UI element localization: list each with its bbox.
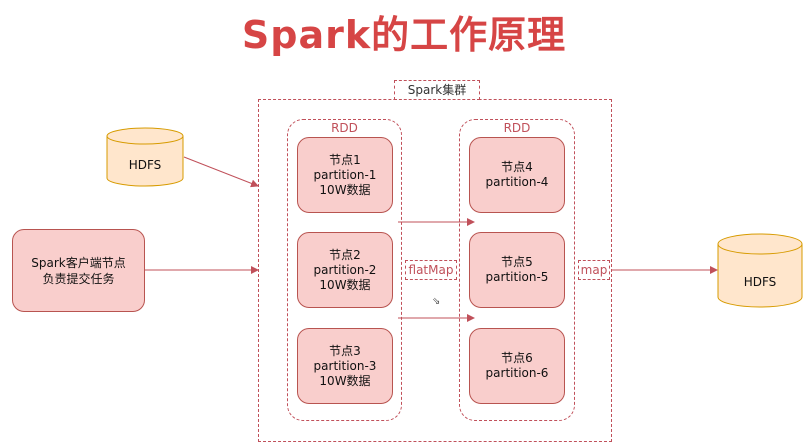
arrow-hdfs-to-cluster — [183, 156, 259, 188]
mouse-cursor-icon: ⇘ — [432, 296, 441, 307]
arrow-layer — [145, 156, 718, 322]
